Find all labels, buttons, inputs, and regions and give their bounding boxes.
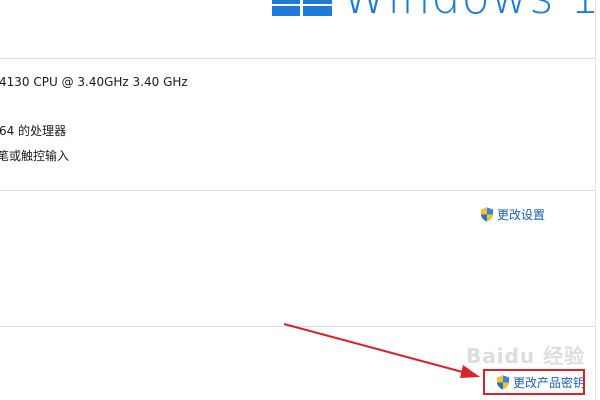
system-properties-page: Windows 10 4130 CPU @ 3.40GHz 3.40 GHz 6…: [0, 0, 600, 400]
windows-wordmark: Windows 10: [342, 0, 600, 24]
pen-touch-value: 笔或触控输入: [0, 149, 70, 163]
section-divider-bottom: [0, 326, 595, 327]
change-settings-label: 更改设置: [497, 208, 546, 222]
uac-shield-icon: [481, 207, 493, 222]
section-divider-middle: [0, 190, 595, 191]
window-edge: [595, 0, 596, 400]
processor-value: 4130 CPU @ 3.40GHz 3.40 GHz: [0, 75, 188, 89]
windows-logo-icon: [272, 0, 332, 16]
section-divider-top: [0, 58, 595, 59]
annotation-highlight-box: [483, 369, 585, 395]
change-settings-link[interactable]: 更改设置: [480, 206, 545, 223]
system-type-value: 64 的处理器: [0, 124, 67, 138]
watermark-text: Baidu 经验: [466, 344, 586, 368]
